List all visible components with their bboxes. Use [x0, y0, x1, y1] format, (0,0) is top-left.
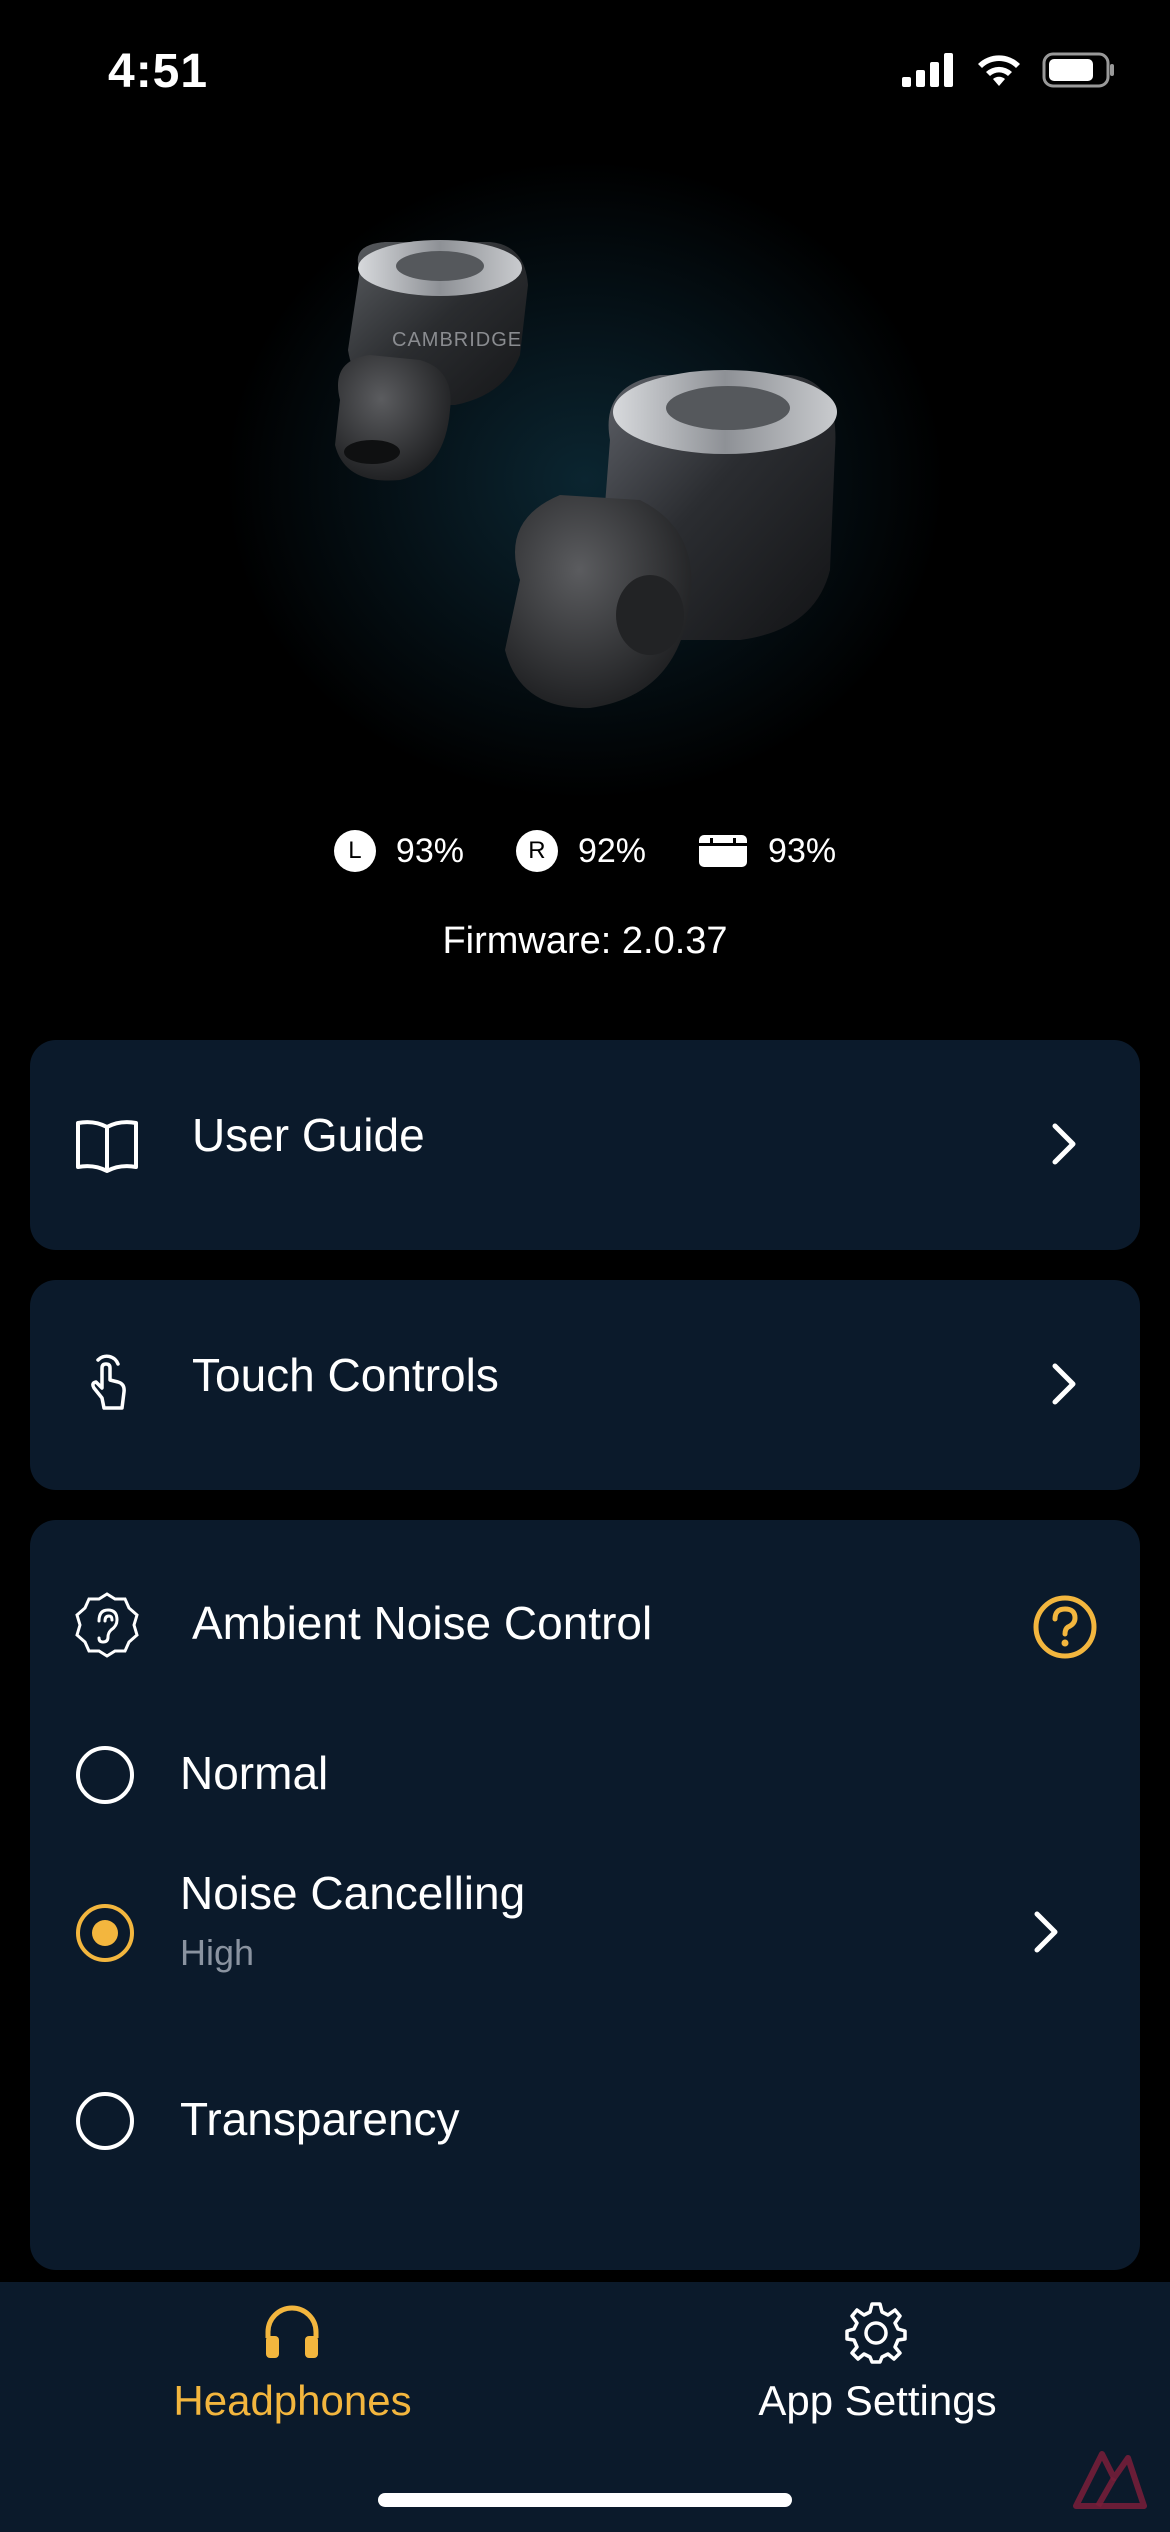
- right-earbud-badge: R: [515, 830, 558, 872]
- earbuds-image: CAMBRIDGE: [0, 150, 1170, 800]
- option-noise-cancelling-level: High: [180, 1932, 255, 1973]
- right-battery-value: 92%: [577, 831, 647, 870]
- battery-status-icon: [1042, 52, 1114, 88]
- wifi-icon: [978, 55, 1020, 86]
- ambient-noise-card: Ambient Noise Control Normal Noise Cance…: [30, 1520, 1140, 2270]
- cellular-signal-icon: [902, 53, 953, 87]
- case-battery: 93%: [698, 832, 836, 871]
- svg-text:CAMBRIDGE: CAMBRIDGE: [392, 329, 522, 351]
- radio-transparency[interactable]: [76, 2092, 134, 2150]
- tab-app-settings-label: App Settings: [758, 2377, 997, 2424]
- tab-headphones-label: Headphones: [173, 2377, 412, 2424]
- chevron-right-icon: [1052, 1123, 1076, 1165]
- status-icons: [902, 52, 1116, 88]
- case-battery-value: 93%: [768, 831, 837, 870]
- option-transparency-label: Transparency: [180, 2093, 460, 2145]
- radio-normal[interactable]: [76, 1746, 134, 1804]
- left-earbud-battery: L 93%: [333, 830, 464, 872]
- charging-case-icon: [699, 835, 748, 867]
- home-indicator[interactable]: [378, 2493, 792, 2507]
- left-battery-value: 93%: [395, 831, 464, 870]
- status-time: 4:51: [108, 45, 209, 98]
- ear-icon: [72, 1590, 142, 1660]
- chevron-right-icon: [1034, 1911, 1058, 1953]
- user-guide-row[interactable]: User Guide: [30, 1040, 1140, 1250]
- option-normal-label: Normal: [180, 1747, 329, 1799]
- gear-icon: [845, 2302, 907, 2364]
- touch-controls-label: Touch Controls: [192, 1349, 499, 1401]
- battery-levels: L 93% R 92% 93%: [0, 830, 1170, 872]
- status-bar: 4:51: [0, 0, 1170, 150]
- radio-noise-cancelling[interactable]: [76, 1904, 134, 1962]
- option-noise-cancelling[interactable]: Noise Cancelling High: [30, 1850, 1140, 2020]
- option-noise-cancelling-label: Noise Cancelling: [180, 1867, 526, 1919]
- option-normal[interactable]: Normal: [30, 1710, 1140, 1840]
- help-icon[interactable]: [1032, 1594, 1098, 1660]
- option-transparency[interactable]: Transparency: [30, 2060, 1140, 2190]
- user-guide-label: User Guide: [192, 1109, 425, 1161]
- right-earbud-battery: R 92%: [515, 830, 647, 872]
- firmware-version: Firmware: 2.0.37: [442, 920, 728, 962]
- touch-gesture-icon: [72, 1348, 142, 1418]
- touch-controls-row[interactable]: Touch Controls: [30, 1280, 1140, 1490]
- ambient-noise-title: Ambient Noise Control: [192, 1597, 653, 1649]
- watermark-logo: [1073, 2451, 1147, 2509]
- tab-headphones[interactable]: Headphones: [0, 2282, 585, 2482]
- left-earbud-badge: L: [333, 830, 376, 872]
- headphones-icon: [265, 2305, 319, 2358]
- book-icon: [72, 1110, 142, 1180]
- chevron-right-icon: [1052, 1363, 1076, 1405]
